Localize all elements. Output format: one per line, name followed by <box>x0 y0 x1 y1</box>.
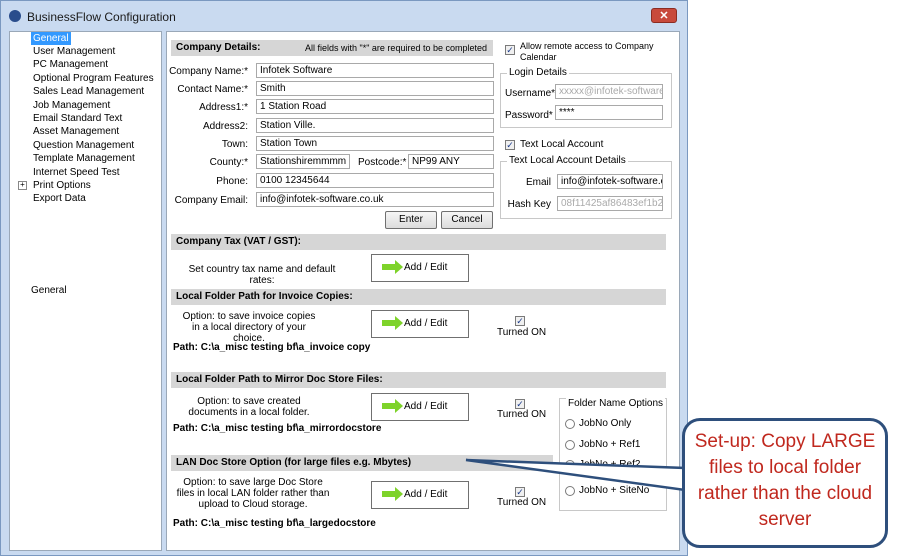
callout-box: Set-up: Copy LARGE files to local folder… <box>682 418 888 548</box>
callout-text: Set-up: Copy LARGE files to local folder… <box>694 431 876 530</box>
callout-pointer-shape <box>465 458 687 492</box>
